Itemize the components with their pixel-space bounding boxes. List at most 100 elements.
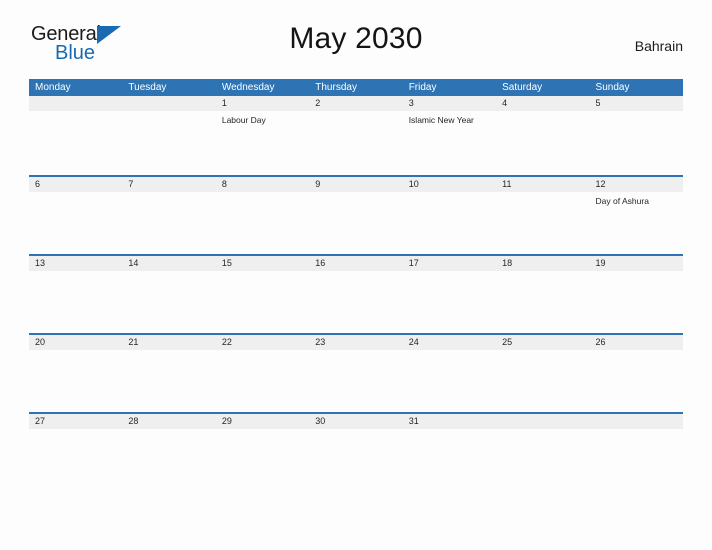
date-number: 25 xyxy=(496,335,590,350)
page-header: General Blue May 2030 Bahrain xyxy=(29,0,683,63)
day-events xyxy=(309,429,402,433)
day-events xyxy=(590,429,683,433)
day-events xyxy=(309,271,402,275)
date-number: 29 xyxy=(215,414,310,429)
day-events xyxy=(216,192,309,196)
calendar-cell-day-16[interactable]: 16 xyxy=(309,256,403,333)
date-number: 3 xyxy=(402,96,497,111)
calendar-cell-day-10[interactable]: 10 xyxy=(402,177,497,254)
date-number: 12 xyxy=(589,177,683,192)
day-events: Day of Ashura xyxy=(590,192,683,207)
day-events xyxy=(216,271,309,275)
day-events: Islamic New Year xyxy=(403,111,496,126)
day-events xyxy=(29,350,122,354)
calendar-cell-day-26[interactable]: 26 xyxy=(589,335,683,412)
weekday-header-saturday: Saturday xyxy=(502,82,543,93)
calendar-cell-day-18[interactable]: 18 xyxy=(496,256,590,333)
day-events xyxy=(496,192,589,196)
country-label: Bahrain xyxy=(634,38,683,54)
day-events xyxy=(122,350,215,354)
date-number: 20 xyxy=(29,335,123,350)
date-number: 19 xyxy=(589,256,683,271)
date-number xyxy=(122,96,216,111)
calendar-cell-day-13[interactable]: 13 xyxy=(29,256,123,333)
calendar-cell-day-31[interactable]: 31 xyxy=(402,414,497,491)
calendar-cell-day-25[interactable]: 25 xyxy=(496,335,590,412)
date-number: 16 xyxy=(309,256,403,271)
date-number: 24 xyxy=(402,335,497,350)
weekday-header-row: Monday Tuesday Wednesday Thursday Friday Satu… xyxy=(29,79,683,96)
day-events: Labour Day xyxy=(216,111,309,126)
day-events xyxy=(496,429,589,433)
day-events xyxy=(216,350,309,354)
calendar-cell-day-8[interactable]: 8 xyxy=(215,177,310,254)
calendar-cell-day-4[interactable]: 4 xyxy=(496,96,590,175)
calendar-cell-day-27[interactable]: 27 xyxy=(29,414,123,491)
day-events xyxy=(29,271,122,275)
date-number: 1 xyxy=(215,96,310,111)
date-number: 4 xyxy=(496,96,590,111)
calendar-weeks: 1 Labour Day 2 3 Islamic New Year 4 5 6 7 8 9 10 11 1… xyxy=(29,96,683,491)
date-number: 23 xyxy=(309,335,403,350)
day-events xyxy=(403,429,496,433)
day-events xyxy=(122,111,215,115)
calendar-cell-day-22[interactable]: 22 xyxy=(215,335,310,412)
calendar-cell-day-19[interactable]: 19 xyxy=(589,256,683,333)
calendar-cell-day-30[interactable]: 30 xyxy=(309,414,403,491)
day-events xyxy=(496,111,589,115)
day-events xyxy=(496,350,589,354)
calendar-week-row: 6 7 8 9 10 11 12 Day of Ashura xyxy=(29,175,683,254)
calendar-cell-day-23[interactable]: 23 xyxy=(309,335,403,412)
calendar-cell-day-9[interactable]: 9 xyxy=(309,177,403,254)
date-number: 13 xyxy=(29,256,123,271)
calendar-cell-day-24[interactable]: 24 xyxy=(402,335,497,412)
day-events xyxy=(590,111,683,115)
date-number: 2 xyxy=(309,96,403,111)
day-events xyxy=(122,429,215,433)
date-number: 21 xyxy=(122,335,216,350)
calendar-cell-day-15[interactable]: 15 xyxy=(215,256,310,333)
calendar-cell-day-28[interactable]: 28 xyxy=(122,414,216,491)
calendar-week-row: 13 14 15 16 17 18 19 xyxy=(29,254,683,333)
date-number: 11 xyxy=(496,177,590,192)
day-events xyxy=(309,350,402,354)
calendar-cell-day-5[interactable]: 5 xyxy=(589,96,683,175)
calendar-cell-day-1[interactable]: 1 Labour Day xyxy=(215,96,310,175)
day-events xyxy=(403,192,496,196)
calendar-cell-day-12[interactable]: 12 Day of Ashura xyxy=(589,177,683,254)
calendar-cell-day-2[interactable]: 2 xyxy=(309,96,403,175)
date-number: 5 xyxy=(589,96,683,111)
date-number xyxy=(589,414,683,429)
calendar-cell-day-11[interactable]: 11 xyxy=(496,177,590,254)
date-number: 10 xyxy=(402,177,497,192)
day-events xyxy=(29,429,122,433)
calendar-cell-day-29[interactable]: 29 xyxy=(215,414,310,491)
date-number: 8 xyxy=(215,177,310,192)
date-number: 27 xyxy=(29,414,123,429)
day-events xyxy=(122,271,215,275)
calendar-week-row: 1 Labour Day 2 3 Islamic New Year 4 5 xyxy=(29,96,683,175)
calendar-cell-day-17[interactable]: 17 xyxy=(402,256,497,333)
holiday-event: Labour Day xyxy=(221,115,266,125)
calendar-cell-empty xyxy=(496,414,590,491)
day-events xyxy=(403,271,496,275)
calendar-cell-day-3[interactable]: 3 Islamic New Year xyxy=(402,96,497,175)
day-events xyxy=(309,192,402,196)
calendar-cell-day-7[interactable]: 7 xyxy=(122,177,216,254)
date-number: 14 xyxy=(122,256,216,271)
date-number: 15 xyxy=(215,256,310,271)
calendar-cell-day-21[interactable]: 21 xyxy=(122,335,216,412)
calendar-week-row: 27 28 29 30 31 xyxy=(29,412,683,491)
date-number xyxy=(496,414,590,429)
date-number: 30 xyxy=(309,414,403,429)
calendar-cell-day-14[interactable]: 14 xyxy=(122,256,216,333)
weekday-header-tuesday: Tuesday xyxy=(128,82,167,93)
calendar-cell-day-20[interactable]: 20 xyxy=(29,335,123,412)
calendar-cell-empty xyxy=(122,96,216,175)
date-number: 22 xyxy=(215,335,310,350)
date-number: 17 xyxy=(402,256,497,271)
calendar-grid: Monday Tuesday Wednesday Thursday Friday Satu… xyxy=(29,79,683,491)
calendar-cell-day-6[interactable]: 6 xyxy=(29,177,123,254)
holiday-event: Day of Ashura xyxy=(595,196,649,206)
date-number: 9 xyxy=(309,177,403,192)
